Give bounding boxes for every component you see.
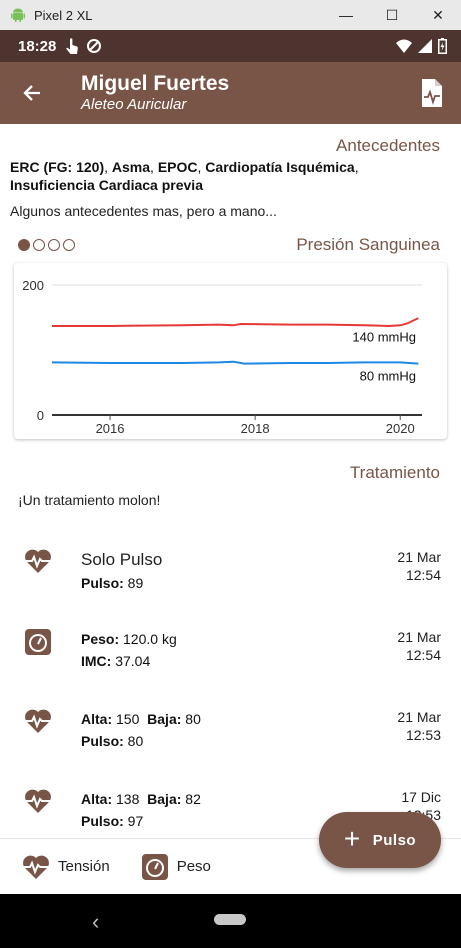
entry-time: 12:53	[405, 727, 441, 743]
maximize-button[interactable]: ☐	[369, 0, 415, 30]
entry-time: 12:54	[405, 567, 441, 583]
antecedente-item: Asma	[111, 159, 151, 175]
diastolic-series-label: 80 mmHg	[360, 368, 416, 383]
data-saver-icon	[87, 39, 102, 53]
x-tick-label: 2016	[96, 421, 125, 436]
entry-time: 12:54	[405, 647, 441, 663]
plus-icon: +	[343, 822, 361, 854]
app-bar: Miguel Fuertes Aleteo Auricular	[0, 62, 461, 124]
antecedente-item: Cardiopatía Isquémica	[205, 159, 355, 175]
heart-pulse-icon	[25, 549, 51, 573]
peso-label: Peso	[176, 858, 211, 875]
entry-date: 17 Dic	[401, 789, 441, 805]
wifi-icon	[396, 39, 412, 53]
tratamiento-text: ¡Un tratamiento molon!	[18, 492, 161, 508]
tratamiento-title: Tratamiento	[349, 463, 440, 482]
heart-pulse-icon	[25, 789, 51, 813]
window-title: Pixel 2 XL	[34, 7, 93, 23]
antecedente-item: EPOC	[157, 159, 198, 175]
report-button[interactable]	[409, 62, 455, 124]
system-nav-bar: ‹	[0, 894, 461, 948]
fab-label: Pulso	[372, 831, 417, 849]
scale-icon	[25, 629, 51, 655]
antecedente-item: Insuficiencia Cardiaca previa	[10, 177, 203, 193]
patient-name: Miguel Fuertes	[81, 72, 230, 95]
add-peso-button[interactable]: Peso	[141, 853, 211, 881]
entry-title: Solo Pulso	[81, 550, 163, 569]
list-item[interactable]: Alta: 150 Baja: 80 Pulso: 80 21 Mar 12:53	[0, 708, 461, 788]
entry-date: 21 Mar	[397, 629, 441, 645]
status-bar: 18:28	[0, 30, 461, 62]
y-tick-label: 200	[22, 278, 44, 293]
signal-icon	[418, 39, 432, 53]
page-dot[interactable]	[48, 239, 60, 251]
page-dot-active[interactable]	[18, 239, 30, 251]
heart-pulse-icon	[23, 855, 49, 879]
scale-icon	[141, 853, 168, 880]
nav-home-pill[interactable]	[214, 914, 246, 925]
measurement-list: Solo Pulso Pulso: 89 21 Mar 12:54 Peso: 1…	[0, 548, 461, 838]
device-screen: 18:28 Miguel Fuertes Aleteo Auricular An…	[0, 30, 461, 948]
antecedentes-note: Algunos antecedentes mas, pero a mano...	[10, 203, 277, 219]
x-tick-label: 2018	[241, 421, 270, 436]
blood-pressure-chart-card[interactable]: 0 200 2016 2018 2020 140 mmHg 80 mmHg	[14, 263, 447, 439]
systolic-series-line	[52, 317, 419, 327]
heart-pulse-icon	[25, 709, 51, 733]
back-button[interactable]	[0, 62, 64, 124]
nav-back-icon[interactable]: ‹	[92, 909, 99, 935]
page-dot[interactable]	[33, 239, 45, 251]
entry-date: 21 Mar	[397, 549, 441, 565]
chart-page-indicator[interactable]	[18, 239, 75, 251]
emulator-titlebar: Pixel 2 XL — ☐ ✕	[0, 0, 461, 30]
antecedentes-list: ERC (FG: 120), Asma, EPOC, Cardiopatía I…	[10, 159, 359, 193]
y-tick-label: 0	[37, 408, 44, 423]
touch-icon	[66, 38, 79, 54]
list-item[interactable]: Solo Pulso Pulso: 89 21 Mar 12:54	[0, 548, 461, 628]
tension-label: Tensión	[58, 858, 110, 875]
medical-report-icon	[422, 79, 442, 107]
minimize-button[interactable]: —	[323, 0, 369, 30]
diastolic-series-line	[51, 360, 419, 365]
chart-title: Presión Sanguinea	[296, 235, 440, 254]
antecedentes-title: Antecedentes	[336, 136, 440, 155]
antecedente-item: ERC (FG: 120)	[10, 159, 105, 175]
battery-icon	[438, 38, 447, 54]
arrow-back-icon	[23, 85, 40, 101]
entry-date: 21 Mar	[397, 709, 441, 725]
systolic-series-label: 140 mmHg	[352, 329, 416, 344]
close-button[interactable]: ✕	[415, 0, 461, 30]
add-tension-button[interactable]: Tensión	[22, 854, 110, 880]
list-item[interactable]: Peso: 120.0 kg IMC: 37.04 21 Mar 12:54	[0, 628, 461, 708]
page-dot[interactable]	[63, 239, 75, 251]
add-pulso-fab[interactable]: + Pulso	[319, 812, 441, 868]
android-icon	[11, 8, 25, 22]
x-tick-label: 2020	[386, 421, 415, 436]
patient-diagnosis: Aleteo Auricular	[81, 96, 187, 113]
patient-detail-content[interactable]: Antecedentes ERC (FG: 120), Asma, EPOC, …	[0, 124, 461, 838]
status-time: 18:28	[18, 37, 57, 55]
blood-pressure-chart: 0 200 2016 2018 2020 140 mmHg 80 mmHg	[22, 278, 422, 436]
